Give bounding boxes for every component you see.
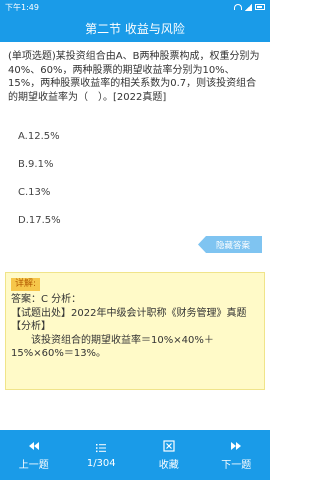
status-bar: 下午1:49 [0, 0, 270, 14]
option-d[interactable]: D.17.5% [18, 214, 61, 242]
battery-icon [255, 4, 265, 10]
analysis-text: 答案：C 分析： 【试题出处】2022年中级会计职称《财务管理》真题 【分析】 … [11, 294, 247, 359]
option-a[interactable]: A.12.5% [18, 130, 61, 158]
prev-question-label: 上一题 [18, 459, 49, 471]
prev-question-button[interactable]: 上一题 [0, 430, 68, 480]
options-list: A.12.5% B.9.1% C.13% D.17.5% [18, 130, 61, 242]
status-time: 下午1:49 [5, 2, 39, 12]
fast-forward-icon [230, 440, 242, 452]
hide-answer-button[interactable]: 隐藏答案 [198, 236, 262, 253]
option-c[interactable]: C.13% [18, 186, 61, 214]
page-title: 第二节 收益与风险 [85, 21, 185, 36]
favorite-box-icon [163, 439, 175, 452]
question-text: (单项选题)某投资组合由A、B两种股票构成，权重分别为40%、60%，两种股票的… [8, 51, 260, 103]
status-icons [234, 3, 265, 11]
question-list-button[interactable]: 1/304 [68, 430, 136, 480]
analysis-panel: 详解: 答案：C 分析： 【试题出处】2022年中级会计职称《财务管理》真题 【… [5, 272, 265, 390]
next-question-button[interactable]: 下一题 [203, 430, 271, 480]
favorite-label: 收藏 [158, 459, 179, 471]
wifi-icon [234, 4, 242, 10]
list-icon [95, 442, 107, 454]
next-question-label: 下一题 [221, 459, 252, 471]
analysis-tag: 详解: [11, 278, 41, 291]
rewind-icon [28, 440, 40, 452]
bottom-nav: 上一题 1/304 收藏 下一题 [0, 430, 270, 480]
page-title-bar: 第二节 收益与风险 [0, 14, 270, 42]
favorite-button[interactable]: 收藏 [135, 430, 203, 480]
option-b[interactable]: B.9.1% [18, 158, 61, 186]
signal-icon [245, 3, 252, 11]
question-counter: 1/304 [86, 457, 116, 469]
